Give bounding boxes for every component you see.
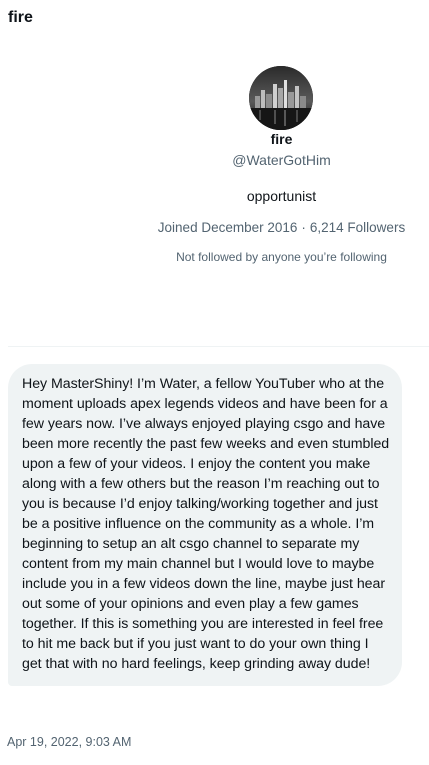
city-skyline-image [249, 66, 313, 130]
divider [8, 346, 429, 347]
conversation-title: fire [8, 9, 33, 26]
follow-note: Not followed by anyone you’re following [176, 250, 387, 264]
profile-card[interactable]: fire @WaterGotHim opportunist Joined Dec… [0, 64, 429, 274]
profile-avatar[interactable] [249, 66, 313, 130]
followers-count[interactable]: 6,214 Followers [310, 220, 405, 235]
joined-date: Joined December 2016 [157, 220, 298, 235]
meta-separator: · [301, 220, 306, 235]
profile-bio: opportunist [246, 188, 317, 204]
profile-handle: @WaterGotHim [232, 152, 331, 168]
message-bubble[interactable]: Hey MasterShiny! I’m Water, a fellow You… [8, 364, 402, 686]
message-text: Hey MasterShiny! I’m Water, a fellow You… [22, 376, 390, 672]
profile-meta: Joined December 2016 · 6,214 Followers [0, 220, 429, 235]
message-timestamp: Apr 19, 2022, 9:03 AM [7, 735, 132, 749]
profile-name: fire [270, 131, 293, 147]
